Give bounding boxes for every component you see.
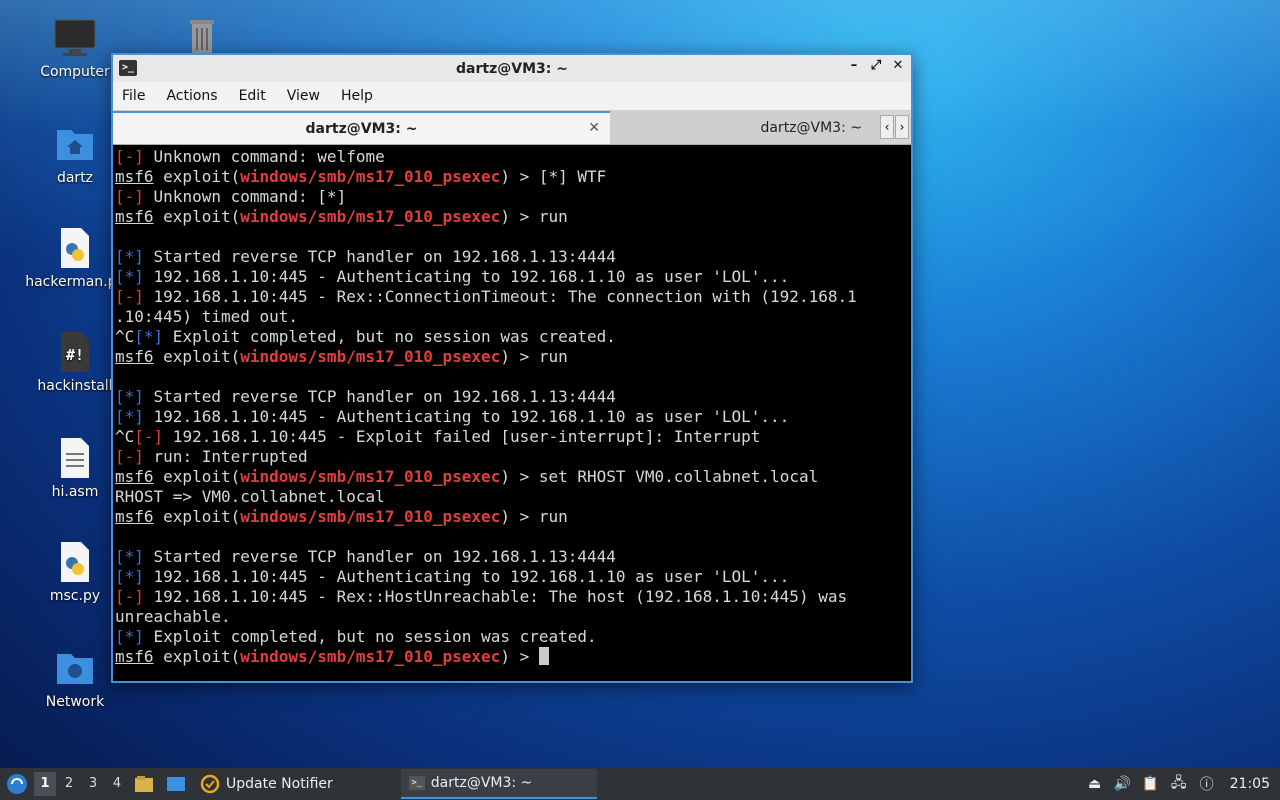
network-icon[interactable]: 🖧 [1170,775,1188,793]
svg-text:#!: #! [66,346,84,364]
terminal-line: [*] 192.168.1.10:445 - Authenticating to… [115,407,790,426]
python-file-icon [53,226,97,270]
tab-inactive[interactable]: dartz@VM3: ~ [610,111,880,144]
desktop-icon-label: hi.asm [51,484,99,500]
desktop-icon-hackinstall[interactable]: #! hackinstall [25,330,125,394]
terminal-line: [-] Unknown command: welfome [115,147,385,166]
menu-edit[interactable]: Edit [239,88,277,104]
menubar: File Actions Edit View Help [113,82,911,111]
terminal-cursor [538,647,549,665]
system-tray: ⏏ 🔊 📋 🖧 ⓘ 21:05 [1086,768,1280,800]
terminal-line: [-] 192.168.1.10:445 - Rex::ConnectionTi… [115,287,857,306]
tab-close-icon[interactable]: ✕ [588,120,600,136]
menu-help[interactable]: Help [341,88,384,104]
terminal-line: msf6 exploit(windows/smb/ms17_010_psexec… [115,207,568,226]
python-file-icon [53,540,97,584]
tab-label: dartz@VM3: ~ [760,119,862,136]
terminal-line: msf6 exploit(windows/smb/ms17_010_psexec… [115,647,911,667]
terminal-app-icon: >_ [119,60,137,76]
desktop-icon [167,777,185,791]
terminal-line: msf6 exploit(windows/smb/ms17_010_psexec… [115,347,568,366]
desktop-icon-label: Computer [40,64,110,80]
desktop-icon-hackerman[interactable]: hackerman.py [25,226,125,290]
task-label: Update Notifier [226,776,333,792]
desktop-icon-label: Network [45,694,105,710]
task-terminal[interactable]: >_ dartz@VM3: ~ [400,769,597,799]
workspace-4[interactable]: 4 [106,772,128,796]
terminal-line: [-] 192.168.1.10:445 - Rex::HostUnreacha… [115,587,848,606]
clipboard-icon[interactable]: 📋 [1142,775,1160,793]
terminal-line: [*] Exploit completed, but no session wa… [115,627,597,646]
desktop-icon-label: hackinstall [37,378,113,394]
menu-view[interactable]: View [287,88,331,104]
terminal-line: [-] Unknown command: [*] [115,187,347,206]
menu-actions[interactable]: Actions [166,88,228,104]
workspace-3[interactable]: 3 [82,772,104,796]
terminal-line: RHOST => VM0.collabnet.local [115,487,385,506]
desktop-icon-label: msc.py [49,588,101,604]
script-file-icon: #! [53,330,97,374]
terminal-line: msf6 exploit(windows/smb/ms17_010_psexec… [115,507,568,526]
monitor-icon [53,16,97,60]
workspace-2[interactable]: 2 [58,772,80,796]
show-desktop-button[interactable] [160,769,192,799]
volume-icon[interactable]: 🔊 [1114,775,1132,793]
menu-file[interactable]: File [122,88,156,104]
network-folder-icon [53,646,97,690]
window-title: dartz@VM3: ~ [456,60,568,77]
titlebar[interactable]: >_ dartz@VM3: ~ – ⤢ ✕ [113,55,911,82]
file-manager-icon [135,776,153,792]
desktop-icon-dartz[interactable]: dartz [25,122,125,186]
terminal-line: [*] Started reverse TCP handler on 192.1… [115,247,616,266]
minimize-button[interactable]: – [847,58,861,73]
terminal-line: msf6 exploit(windows/smb/ms17_010_psexec… [115,467,819,486]
terminal-line: [*] Started reverse TCP handler on 192.1… [115,387,616,406]
terminal-line: [*] 192.168.1.10:445 - Authenticating to… [115,267,790,286]
terminal-line: msf6 exploit(windows/smb/ms17_010_psexec… [115,167,607,186]
desktop-icon-label: dartz [56,170,94,186]
update-tray-icon[interactable]: ⓘ [1198,775,1216,793]
desktop-icon-label: hackerman.py [25,274,125,290]
desktop-icon-computer[interactable]: Computer [25,16,125,80]
tab-label: dartz@VM3: ~ [305,120,418,137]
terminal-line: unreachable. [115,607,231,626]
workspace-1[interactable]: 1 [34,772,56,796]
close-button[interactable]: ✕ [891,58,905,73]
text-file-icon [53,436,97,480]
terminal-output[interactable]: [-] Unknown command: welfome msf6 exploi… [113,147,911,681]
tab-scroll-right-icon[interactable]: › [895,115,909,139]
home-folder-icon [53,122,97,166]
eject-icon[interactable]: ⏏ [1086,775,1104,793]
terminal-line: .10:445) timed out. [115,307,299,326]
update-notifier-icon [200,774,220,794]
terminal-line: [-] run: Interrupted [115,447,308,466]
terminal-line: ^C[*] Exploit completed, but no session … [115,327,616,346]
terminal-app-icon: >_ [408,776,425,790]
taskbar: 1 2 3 4 Update Notifier >_ dartz@VM3: ~ … [0,768,1280,800]
terminal-line: ^C[-] 192.168.1.10:445 - Exploit failed … [115,427,761,446]
task-label: dartz@VM3: ~ [430,775,533,791]
desktop-icon-msc[interactable]: msc.py [25,540,125,604]
maximize-button[interactable]: ⤢ [869,58,883,73]
desktop-icon-hiasm[interactable]: hi.asm [25,436,125,500]
task-update-notifier[interactable]: Update Notifier [192,769,341,799]
tab-active[interactable]: dartz@VM3: ~ ✕ [113,111,610,144]
file-manager-launcher[interactable] [128,769,160,799]
tab-bar: dartz@VM3: ~ ✕ dartz@VM3: ~ ‹ › [113,111,911,145]
terminal-line: [*] Started reverse TCP handler on 192.1… [115,547,616,566]
terminal-line: [*] 192.168.1.10:445 - Authenticating to… [115,567,790,586]
clock[interactable]: 21:05 [1230,776,1270,792]
distro-logo-icon [7,774,27,794]
tab-scroll-left-icon[interactable]: ‹ [880,115,894,139]
terminal-window: >_ dartz@VM3: ~ – ⤢ ✕ File Actions Edit … [111,53,913,683]
start-menu-button[interactable] [2,769,32,799]
desktop-icon-network[interactable]: Network [25,646,125,710]
